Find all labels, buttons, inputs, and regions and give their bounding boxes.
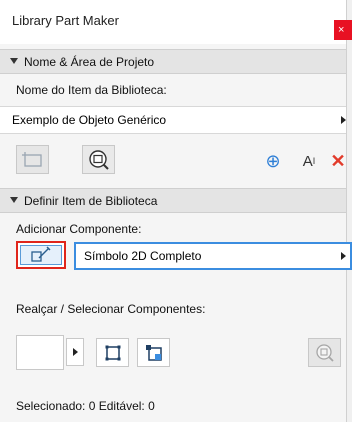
- section-header-project-name[interactable]: Nome & Área de Projeto: [0, 49, 346, 74]
- zoom-to-selection-button[interactable]: [82, 145, 115, 174]
- window-title: Library Part Maker: [12, 13, 119, 28]
- highlight-color-swatch[interactable]: [16, 335, 64, 370]
- draw-2d-symbol-icon: [31, 246, 51, 262]
- select-area-icon: [21, 151, 42, 167]
- add-circle-icon[interactable]: ⊕: [262, 150, 284, 172]
- library-item-name-label: Nome do Item da Biblioteca:: [16, 83, 167, 97]
- section-header-define-item[interactable]: Definir Item de Biblioteca: [0, 188, 346, 213]
- add-component-button-inner: [20, 245, 62, 265]
- collapse-triangle-icon: [10, 197, 18, 203]
- highlight-color-dropdown-button[interactable]: [66, 338, 84, 366]
- library-item-name-field[interactable]: Exemplo de Objeto Genérico: [0, 106, 346, 134]
- section-label: Nome & Área de Projeto: [24, 55, 155, 69]
- text-style-icon[interactable]: AI: [296, 150, 322, 172]
- chevron-right-icon: [341, 116, 346, 124]
- delete-icon[interactable]: ✕: [328, 150, 348, 172]
- close-icon: ×: [338, 24, 345, 36]
- zoom-to-selection-icon: [88, 149, 109, 170]
- text-style-letter: A: [302, 152, 313, 170]
- title-bar: Library Part Maker: [0, 0, 346, 44]
- select-area-button[interactable]: [16, 145, 49, 174]
- zoom-to-component-button[interactable]: [308, 338, 341, 367]
- select-frame-icon: [105, 345, 120, 360]
- text-style-sup: I: [312, 156, 316, 166]
- highlight-select-label: Realçar / Selecionar Componentes:: [16, 302, 206, 316]
- library-item-name-value: Exemplo de Objeto Genérico: [12, 113, 167, 127]
- close-button[interactable]: ×: [334, 20, 352, 40]
- zoom-to-selection-icon: [315, 343, 334, 362]
- select-corner-button[interactable]: [137, 338, 170, 367]
- component-type-value: Símbolo 2D Completo: [84, 249, 202, 263]
- add-component-button[interactable]: [16, 241, 66, 269]
- select-corner-icon: [145, 344, 162, 361]
- component-type-dropdown[interactable]: Símbolo 2D Completo: [74, 242, 352, 270]
- section-label: Definir Item de Biblioteca: [24, 194, 158, 208]
- select-all-components-button[interactable]: [96, 338, 129, 367]
- add-component-label: Adicionar Componente:: [16, 222, 142, 236]
- selection-status: Selecionado: 0 Editável: 0: [16, 399, 155, 413]
- chevron-right-icon: [341, 252, 346, 260]
- collapse-triangle-icon: [10, 58, 18, 64]
